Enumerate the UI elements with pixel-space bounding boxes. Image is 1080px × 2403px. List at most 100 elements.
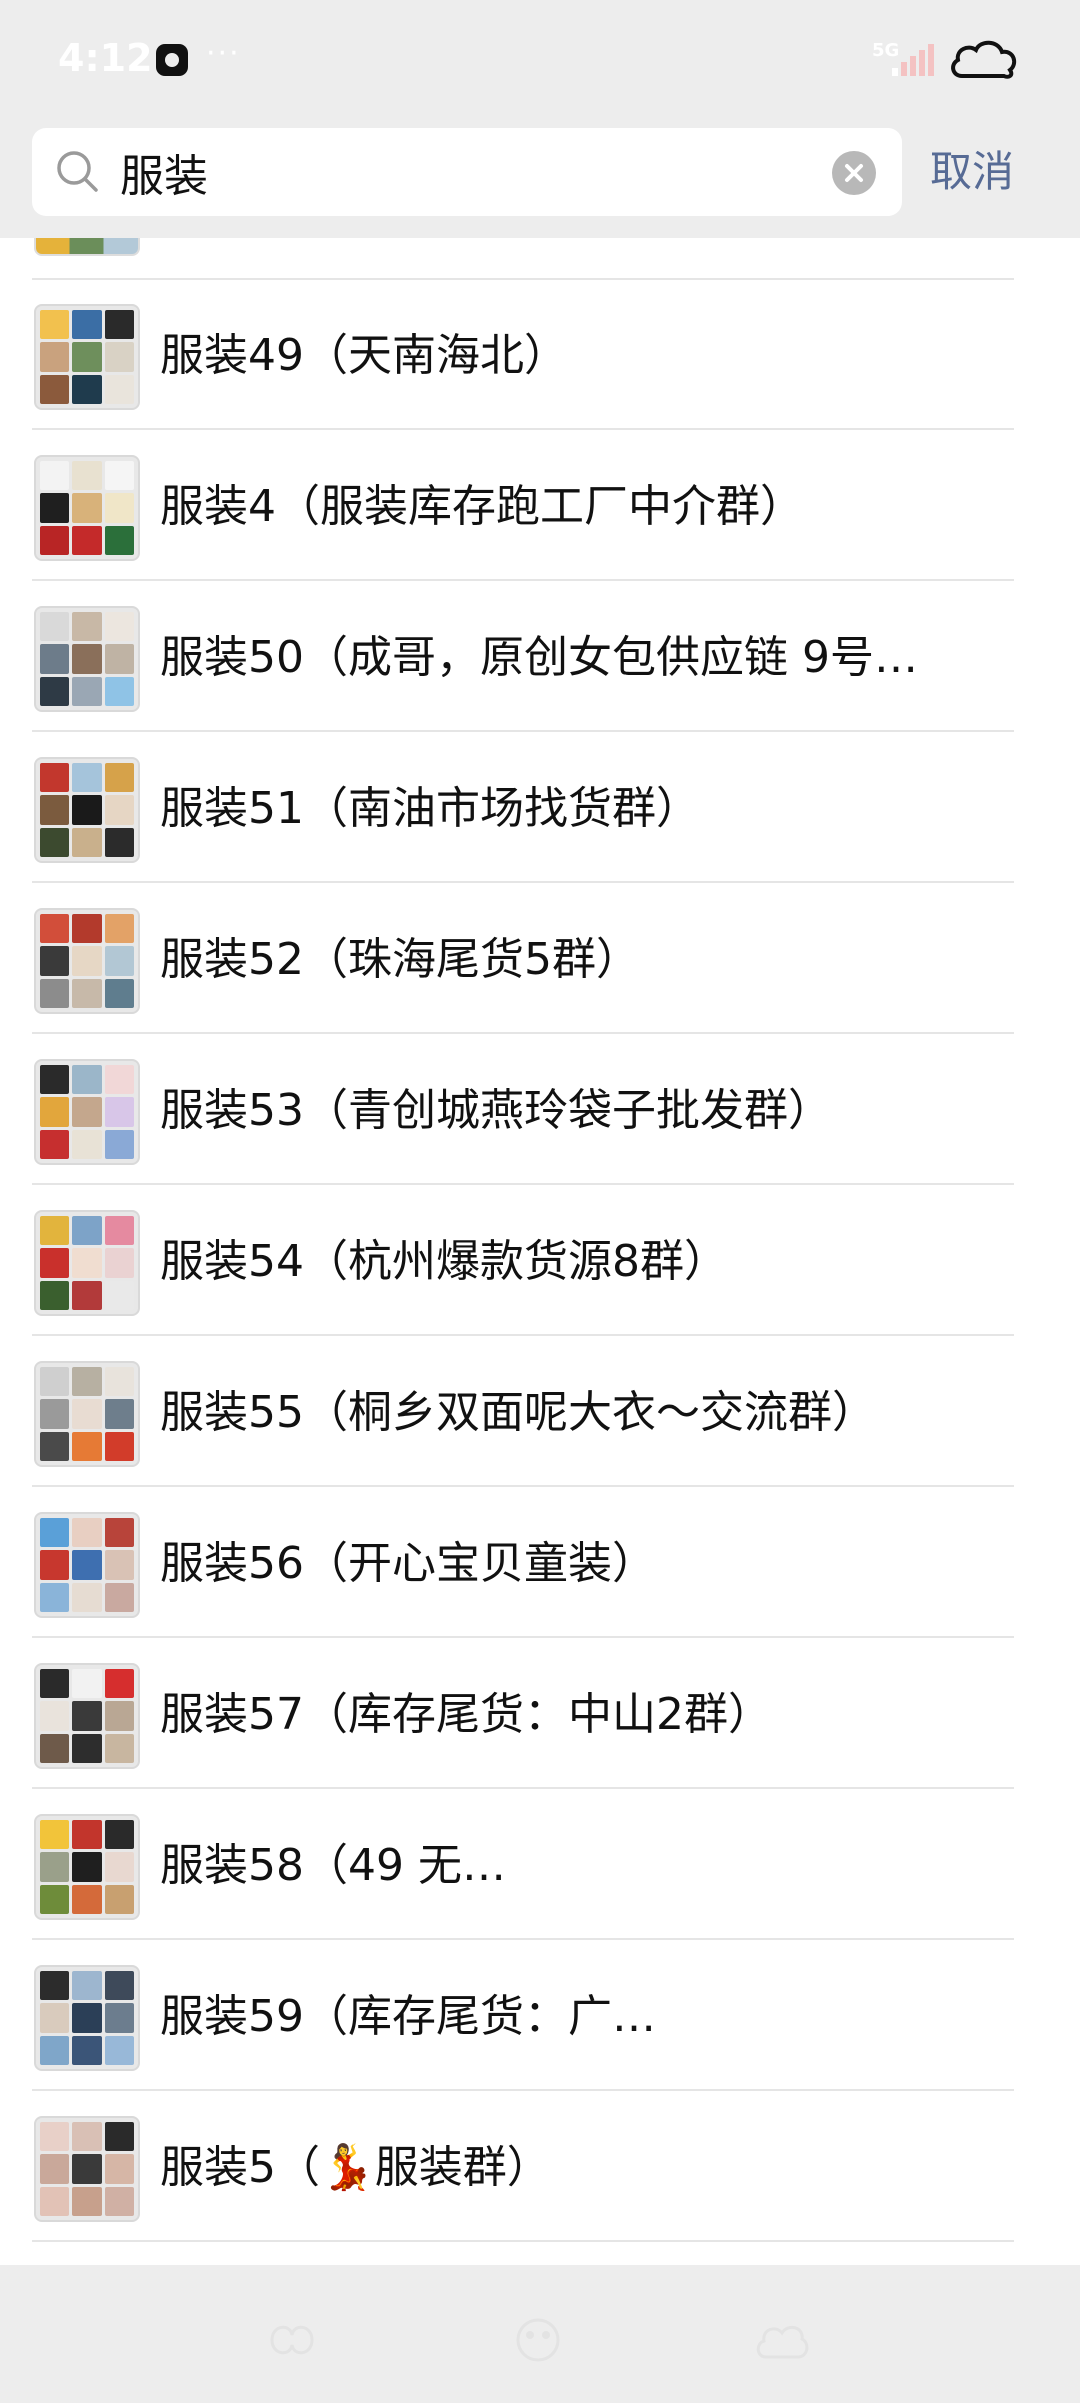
avatar-tile — [104, 1065, 134, 1095]
group-name: 服装51（南油市场找货群） — [160, 783, 700, 834]
avatar-tile — [72, 342, 102, 372]
divider — [32, 1485, 1014, 1487]
nav-recents-icon[interactable] — [752, 2315, 812, 2365]
avatar-tile — [40, 461, 70, 491]
avatar-tile — [104, 2122, 134, 2152]
list-item[interactable]: 服装49（天南海北） — [0, 280, 1080, 430]
avatar-tile — [104, 1582, 134, 1612]
clear-search-icon[interactable] — [832, 151, 876, 195]
more-notifications-icon: ··· — [206, 36, 241, 71]
group-avatar — [34, 1210, 140, 1316]
divider — [32, 1032, 1014, 1034]
nav-back-icon[interactable] — [262, 2315, 322, 2365]
list-item[interactable]: 服装57（库存尾货：中山2群） — [0, 1639, 1080, 1789]
avatar-tile — [40, 827, 70, 857]
avatar-tile — [104, 1216, 134, 1246]
avatar-tile — [104, 374, 134, 404]
nav-home-icon[interactable] — [508, 2315, 568, 2365]
status-time: 4:12 — [58, 36, 153, 80]
notification-app-icon — [156, 44, 188, 76]
avatar-tile — [72, 525, 102, 555]
avatar-tile — [104, 1971, 134, 2001]
list-item-partial[interactable] — [0, 238, 1080, 268]
list-item[interactable]: 服装4（服装库存跑工厂中介群） — [0, 431, 1080, 581]
search-input[interactable] — [120, 142, 840, 202]
divider — [32, 730, 1014, 732]
avatar-tile — [104, 2035, 134, 2065]
avatar-tile — [40, 1518, 70, 1548]
group-name: 服装59（库存尾货：广… — [160, 1991, 656, 2042]
avatar-tile — [40, 493, 70, 523]
divider — [32, 1183, 1014, 1185]
avatar-tile — [40, 1820, 70, 1850]
avatar-tile — [72, 2154, 102, 2184]
list-item[interactable]: 服装5（💃服装群） — [0, 2092, 1080, 2242]
cancel-button[interactable]: 取消 — [930, 142, 1014, 202]
group-avatar — [34, 1814, 140, 1920]
avatar-tile — [40, 1582, 70, 1612]
avatar-tile — [72, 1971, 102, 2001]
avatar-tile — [72, 1248, 102, 1278]
avatar-tile — [40, 676, 70, 706]
avatar-tile — [40, 1550, 70, 1580]
divider — [32, 1938, 1014, 1940]
list-item[interactable]: 服装51（南油市场找货群） — [0, 733, 1080, 883]
avatar-tile — [104, 763, 134, 793]
avatar-tile — [40, 978, 70, 1008]
avatar-tile — [104, 1367, 134, 1397]
group-avatar — [34, 606, 140, 712]
avatar-tile — [72, 2035, 102, 2065]
avatar-tile — [72, 763, 102, 793]
avatar-tile — [40, 1097, 70, 1127]
avatar-tile — [104, 1733, 134, 1763]
group-avatar — [34, 757, 140, 863]
avatar-tile — [104, 1701, 134, 1731]
list-item[interactable]: 服装54（杭州爆款货源8群） — [0, 1186, 1080, 1336]
avatar-tile — [72, 1669, 102, 1699]
list-item[interactable]: 服装55（桐乡双面呢大衣～交流群） — [0, 1337, 1080, 1487]
avatar-tile — [72, 1065, 102, 1095]
group-name: 服装52（珠海尾货5群） — [160, 934, 640, 985]
divider — [32, 2089, 1014, 2091]
avatar-tile — [40, 1399, 70, 1429]
avatar-tile — [104, 1399, 134, 1429]
list-item[interactable]: 服装59（库存尾货：广… — [0, 1941, 1080, 2091]
avatar-tile — [72, 2186, 102, 2216]
avatar-tile — [72, 1280, 102, 1310]
avatar-tile — [40, 914, 70, 944]
avatar-tile — [72, 978, 102, 1008]
avatar-tile — [40, 1669, 70, 1699]
avatar-tile — [104, 1518, 134, 1548]
list-item[interactable]: 服装50（成哥，原创女包供应链 9号… — [0, 582, 1080, 732]
avatar-tile — [72, 1431, 102, 1461]
divider — [32, 2240, 1014, 2242]
avatar-tile — [40, 1065, 70, 1095]
divider — [32, 1334, 1014, 1336]
list-item[interactable]: 服装52（珠海尾货5群） — [0, 884, 1080, 1034]
avatar-tile — [104, 1280, 134, 1310]
avatar-tile — [104, 2003, 134, 2033]
group-name: 服装5（💃服装群） — [160, 2142, 551, 2193]
list-item[interactable]: 服装56（开心宝贝童装） — [0, 1488, 1080, 1638]
avatar-tile — [104, 461, 134, 491]
avatar-tile — [72, 914, 102, 944]
avatar-tile — [104, 2186, 134, 2216]
search-icon — [57, 151, 98, 192]
group-name: 服装50（成哥，原创女包供应链 9号… — [160, 632, 918, 683]
avatar-tile — [104, 795, 134, 825]
avatar-tile — [104, 1097, 134, 1127]
avatar-tile — [104, 2154, 134, 2184]
avatar-tile — [40, 310, 70, 340]
avatar-tile — [72, 2003, 102, 2033]
avatar-tile — [104, 493, 134, 523]
list-item[interactable]: 服装58（49 无… — [0, 1790, 1080, 1940]
avatar-tile — [104, 1550, 134, 1580]
divider — [32, 579, 1014, 581]
group-name: 服装54（杭州爆款货源8群） — [160, 1236, 728, 1287]
battery-cloud-icon — [951, 40, 1017, 79]
avatar-tile — [72, 1518, 102, 1548]
avatar-tile — [104, 1248, 134, 1278]
avatar-tile — [40, 946, 70, 976]
avatar-tile — [40, 525, 70, 555]
list-item[interactable]: 服装53（青创城燕玲袋子批发群） — [0, 1035, 1080, 1185]
